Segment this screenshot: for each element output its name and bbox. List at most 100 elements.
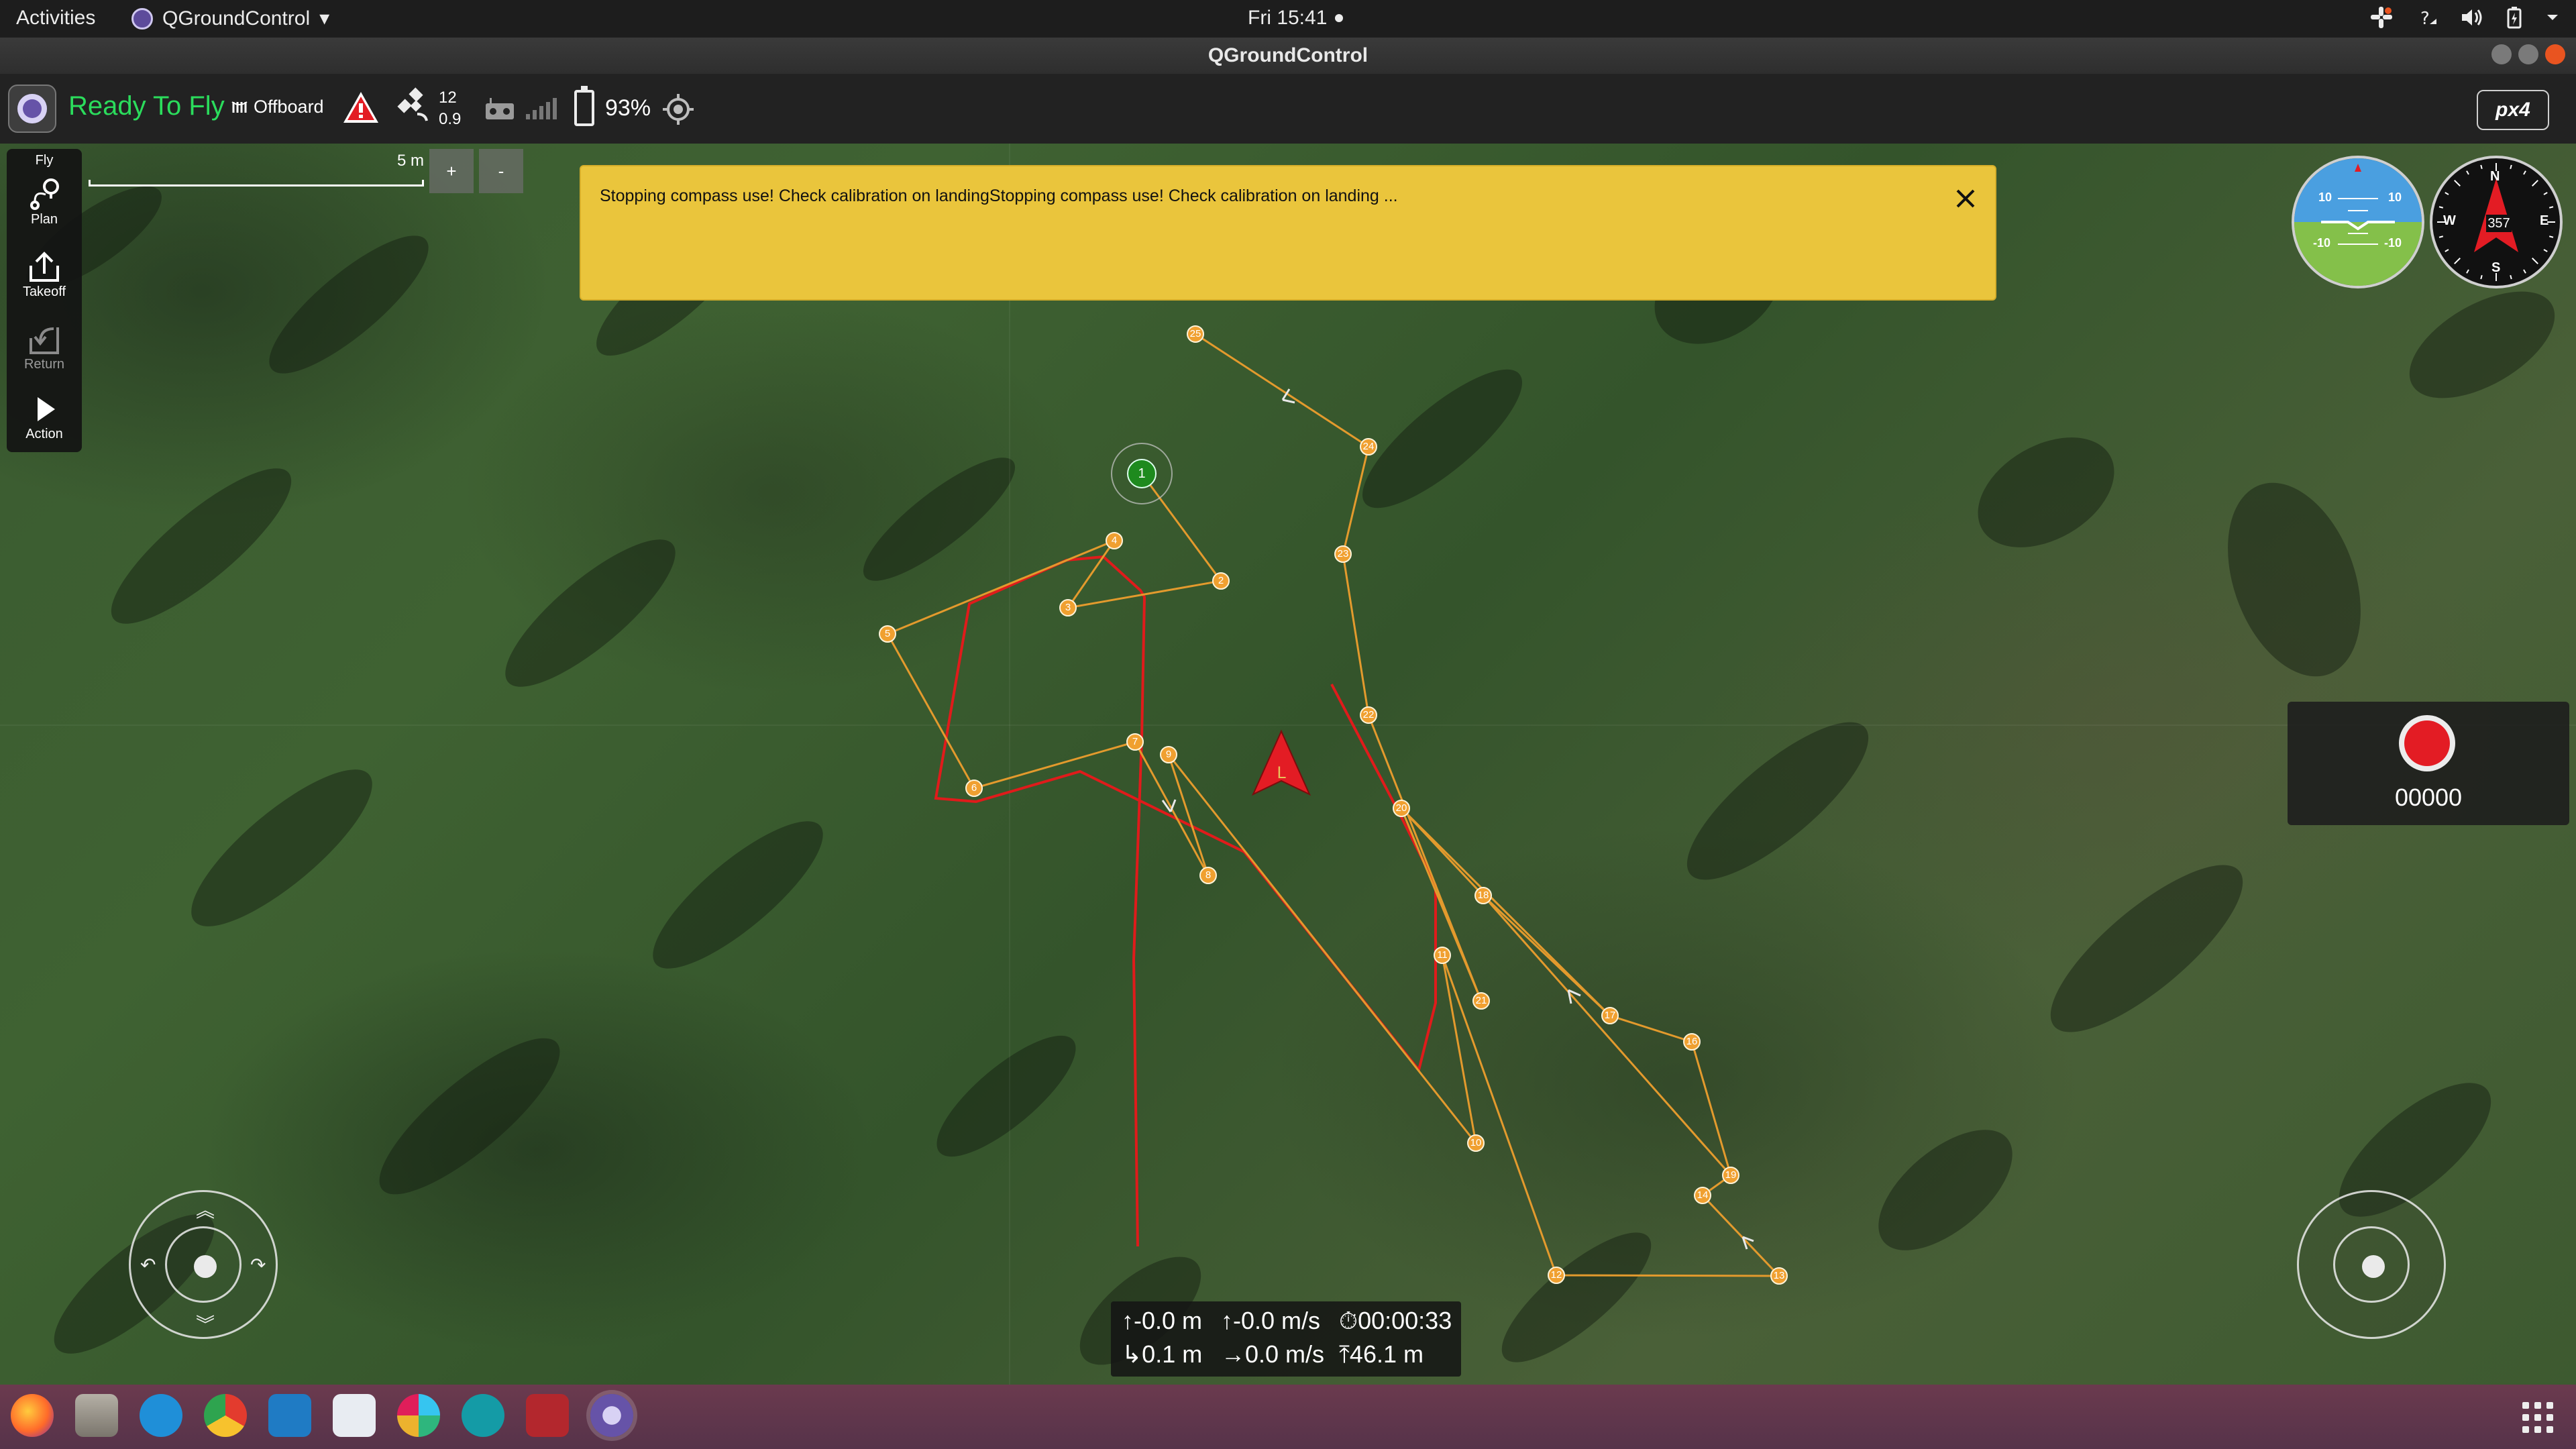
waypoint-marker[interactable]: 16 [1683,1033,1701,1051]
waypoint-marker[interactable]: 10 [1467,1134,1485,1152]
flight-map[interactable]: L 1 2 3 4 5 6 7 8 9 10 11 12 13 14 16 17 18 19 20 21 22 23 24 2… [0,144,2576,1385]
banner-message: Stopping compass use! Check calibration … [600,186,1398,205]
return-button[interactable]: Return [7,318,82,372]
system-menu-chevron-icon[interactable] [2545,10,2560,25]
altitude-value: ↑-0.0 m [1122,1307,1202,1335]
window-controls [2491,44,2565,64]
attitude-reticle [2321,164,2395,245]
waypoint-marker[interactable]: 25 [1187,325,1204,343]
waypoint-marker[interactable]: 22 [1360,706,1377,724]
distance-total-icon: ⤒ [1339,1340,1350,1368]
waypoint-marker[interactable]: 3 [1059,599,1077,616]
firefox-icon[interactable] [11,1394,54,1437]
waypoint-marker[interactable]: 24 [1360,438,1377,455]
close-icon[interactable] [1953,186,1978,211]
vehicle-status[interactable]: Ready To Fly [68,91,225,121]
zoom-out-button[interactable]: - [479,149,523,193]
waypoint-marker[interactable]: 5 [879,625,896,643]
vscode-icon[interactable] [268,1394,311,1437]
qgc-logo-button[interactable] [8,85,56,133]
heading-readout: 357 [2486,215,2512,232]
minimize-button[interactable] [2491,44,2512,64]
waypoint-marker[interactable]: 2 [1212,572,1230,590]
waypoint-marker[interactable]: 1 [1127,459,1157,488]
waypoint-marker[interactable]: 17 [1601,1007,1619,1024]
gps-satellite-icon[interactable] [397,87,435,125]
dock [0,1385,2576,1449]
waypoint-marker[interactable]: 13 [1770,1267,1788,1285]
activities-button[interactable]: Activities [16,7,95,30]
plan-button[interactable]: Plan [7,173,82,227]
waypoint-marker[interactable]: 8 [1199,867,1217,884]
attitude-indicator[interactable]: 10 10 -10 -10 [2292,156,2424,288]
waypoint-marker[interactable]: 14 [1694,1187,1711,1204]
waypoint-marker[interactable]: 11 [1434,947,1451,964]
waypoint-marker[interactable]: 21 [1472,992,1490,1010]
scale-bar [89,180,424,186]
chrome-icon[interactable] [204,1394,247,1437]
toolstrip-label: Action [25,427,63,441]
waypoint-marker[interactable]: 12 [1548,1267,1565,1284]
slack-tray-icon[interactable] [2369,5,2394,30]
maximize-button[interactable] [2518,44,2538,64]
document-viewer-icon[interactable] [333,1394,376,1437]
play-icon [38,397,55,421]
toolstrip-label: Fly [35,153,54,168]
waypoint-marker[interactable]: 7 [1126,733,1144,751]
battery-icon[interactable] [2506,6,2522,29]
terminal-icon[interactable] [526,1394,569,1437]
vehicle-marker[interactable]: L [1248,727,1315,801]
vehicle-label: L [1277,763,1286,782]
volume-icon[interactable] [2461,7,2483,28]
system-tray[interactable]: ? [2369,5,2560,30]
waypoint-marker[interactable]: 18 [1474,887,1492,904]
compass-west: W [2443,213,2456,228]
waypoint-marker[interactable]: 23 [1334,545,1352,563]
fly-toolstrip: Fly Plan Takeoff Return Action [7,149,82,452]
app-menu[interactable]: QGroundControl ▾ [131,7,329,30]
close-window-button[interactable] [2545,44,2565,64]
window-title: QGroundControl [1208,44,1368,66]
arduino-icon[interactable] [462,1394,504,1437]
takeoff-icon [30,252,59,282]
notification-banner: Stopping compass use! Check calibration … [580,165,1996,301]
zoom-in-button[interactable]: + [429,149,474,193]
show-applications-icon[interactable] [2522,1402,2553,1433]
qgroundcontrol-icon[interactable] [590,1394,633,1437]
battery-indicator-icon[interactable] [574,86,594,126]
window-title-bar[interactable]: QGroundControl [0,38,2576,74]
joystick-knob[interactable] [2362,1255,2385,1278]
left-virtual-joystick[interactable]: ︽ ︾ ↶ ↷ [129,1190,278,1339]
rc-transmitter-icon[interactable] [484,97,515,121]
action-button[interactable]: Action [7,388,82,442]
waypoint-marker[interactable]: 19 [1722,1167,1739,1184]
yaw-left-icon: ↶ [140,1254,156,1275]
clock[interactable]: Fri 15:41 [1248,7,1344,30]
flight-mode-selector[interactable]: Offboard [231,97,324,117]
skype-icon[interactable] [140,1394,182,1437]
files-icon[interactable] [75,1394,118,1437]
waypoint-marker[interactable]: 20 [1393,800,1410,817]
map-scale: 5 m [89,152,424,192]
horizontal-speed-value: →0.0 m/s [1221,1340,1324,1368]
record-button[interactable] [2399,715,2455,771]
takeoff-button[interactable]: Takeoff [7,246,82,300]
waypoint-marker[interactable]: 6 [965,780,983,797]
warning-icon[interactable] [342,90,380,125]
waypoint-marker[interactable]: 4 [1106,532,1123,549]
gps-rtk-icon[interactable] [661,93,695,126]
telemetry-panel[interactable]: ↑-0.0 m ↑-0.0 m/s ⏱00:00:33 ↳0.1 m →0.0 … [1111,1301,1461,1377]
battery-percent: 93% [605,95,651,121]
slack-icon[interactable] [397,1394,440,1437]
waypoint-marker[interactable]: 9 [1160,746,1177,763]
throttle-down-icon: ︾ [196,1314,215,1335]
compass-indicator[interactable]: N S E W 357 [2430,156,2563,288]
toolstrip-label: Plan [30,212,58,227]
help-icon[interactable]: ? [2416,7,2438,28]
clock-label: Fri 15:41 [1248,7,1328,29]
joystick-knob[interactable] [194,1255,217,1278]
mission-path [885,333,1782,1277]
right-virtual-joystick[interactable] [2297,1190,2446,1339]
yaw-right-icon: ↷ [250,1254,266,1275]
flight-mode-icon [231,101,248,113]
